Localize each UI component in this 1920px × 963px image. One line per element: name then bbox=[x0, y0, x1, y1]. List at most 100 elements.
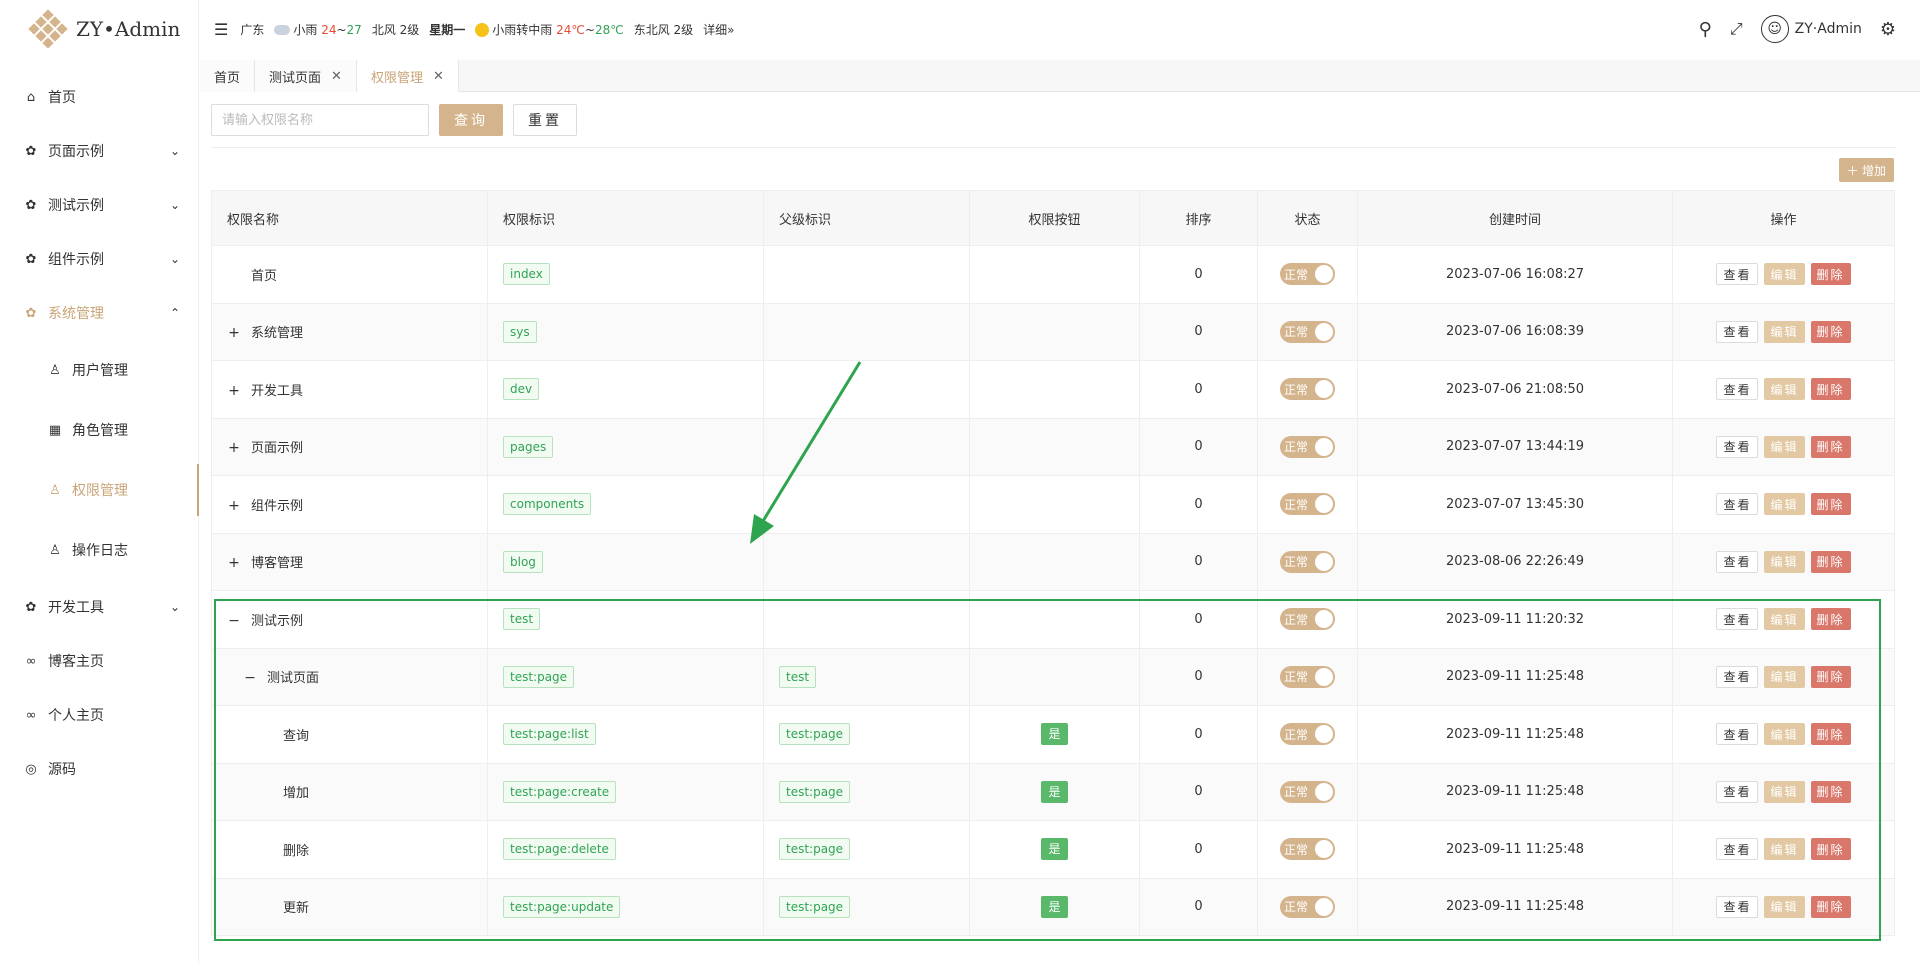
delete-button[interactable]: 删除 bbox=[1810, 895, 1851, 918]
status-toggle[interactable]: 正常 bbox=[1280, 550, 1335, 573]
status-toggle[interactable]: 正常 bbox=[1280, 665, 1335, 688]
expand-toggle-icon[interactable]: + bbox=[227, 555, 241, 571]
view-button[interactable]: 查看 bbox=[1716, 378, 1759, 401]
sidebar-item[interactable]: ▦ 角色管理 bbox=[0, 400, 198, 460]
view-button[interactable]: 查看 bbox=[1716, 838, 1759, 861]
sidebar-item[interactable]: ♙ 权限管理 bbox=[0, 460, 199, 520]
table-row[interactable]: 删除 test:page:delete test:page 是 0 正常 2023-09-1… bbox=[211, 820, 1895, 879]
sidebar-item[interactable]: ∞ 个人主页 bbox=[0, 688, 198, 742]
table-row[interactable]: + 系统管理 sys 0 正常 2023-07-06 16:08:39 查看 编辑 删除 bbox=[211, 302, 1895, 361]
settings-gear-icon[interactable]: ⚙ bbox=[1880, 19, 1896, 40]
status-toggle[interactable]: 正常 bbox=[1280, 608, 1335, 631]
tab[interactable]: 首页 bbox=[200, 60, 256, 92]
table-row[interactable]: 首页 index 0 正常 2023-07-06 16:08:27 查看 编辑 删除 bbox=[211, 245, 1895, 304]
table-row[interactable]: + 页面示例 pages 0 正常 2023-07-07 13:44:19 查看 编辑 删除 bbox=[211, 417, 1895, 476]
parent-code-cell bbox=[763, 475, 970, 534]
sidebar-item[interactable]: ✿ 系统管理 ⌃ bbox=[0, 286, 198, 340]
edit-button[interactable]: 编辑 bbox=[1764, 838, 1805, 861]
sidebar-item[interactable]: ✿ 测试示例 ⌄ bbox=[0, 178, 198, 232]
edit-button[interactable]: 编辑 bbox=[1764, 723, 1805, 746]
sidebar-item[interactable]: ✿ 组件示例 ⌄ bbox=[0, 232, 198, 286]
view-button[interactable]: 查看 bbox=[1716, 608, 1759, 631]
status-toggle[interactable]: 正常 bbox=[1280, 780, 1335, 803]
expand-toggle-icon[interactable]: − bbox=[227, 613, 241, 629]
sidebar-item[interactable]: ✿ 开发工具 ⌄ bbox=[0, 580, 198, 634]
delete-button[interactable]: 删除 bbox=[1810, 665, 1851, 688]
view-button[interactable]: 查看 bbox=[1716, 263, 1759, 286]
table-row[interactable]: 更新 test:page:update test:page 是 0 正常 2023-09-1… bbox=[211, 877, 1895, 936]
delete-button[interactable]: 删除 bbox=[1810, 493, 1851, 516]
delete-button[interactable]: 删除 bbox=[1810, 780, 1851, 803]
status-toggle[interactable]: 正常 bbox=[1280, 435, 1335, 458]
expand-toggle-icon[interactable]: + bbox=[227, 383, 241, 399]
status-toggle[interactable]: 正常 bbox=[1280, 895, 1335, 918]
sidebar-item[interactable]: ✿ 页面示例 ⌄ bbox=[0, 124, 198, 178]
status-toggle[interactable]: 正常 bbox=[1280, 263, 1335, 286]
weather-tomorrow-wind: 东北风 2级 bbox=[633, 22, 694, 37]
status-toggle[interactable]: 正常 bbox=[1280, 493, 1335, 516]
delete-button[interactable]: 删除 bbox=[1810, 723, 1851, 746]
table-row[interactable]: − 测试示例 test 0 正常 2023-09-11 11:20:32 查看 编辑 删除 bbox=[211, 590, 1895, 649]
edit-button[interactable]: 编辑 bbox=[1764, 895, 1805, 918]
delete-button[interactable]: 删除 bbox=[1810, 263, 1851, 286]
edit-button[interactable]: 编辑 bbox=[1764, 550, 1805, 573]
view-button[interactable]: 查看 bbox=[1716, 493, 1759, 516]
edit-button[interactable]: 编辑 bbox=[1764, 608, 1805, 631]
view-button[interactable]: 查看 bbox=[1716, 780, 1759, 803]
search-icon[interactable]: ⚲ bbox=[1699, 19, 1712, 40]
status-toggle[interactable]: 正常 bbox=[1280, 378, 1335, 401]
view-button[interactable]: 查看 bbox=[1716, 550, 1759, 573]
table-row[interactable]: − 测试页面 test:page test 0 正常 2023-09-11 11:25:48… bbox=[211, 647, 1895, 706]
sidebar-item[interactable]: ♙ 操作日志 bbox=[0, 520, 198, 580]
sidebar-item[interactable]: ⌂ 首页 bbox=[0, 70, 198, 124]
fullscreen-icon[interactable]: ⤢ bbox=[1730, 19, 1743, 39]
user-menu[interactable]: ☺ ZY·Admin bbox=[1760, 15, 1862, 43]
delete-button[interactable]: 删除 bbox=[1810, 838, 1851, 861]
view-button[interactable]: 查看 bbox=[1716, 320, 1759, 343]
logo[interactable]: ZY•Admin bbox=[0, 0, 198, 58]
table-row[interactable]: + 博客管理 blog 0 正常 2023-08-06 22:26:49 查看 编辑 删除 bbox=[211, 532, 1895, 591]
edit-button[interactable]: 编辑 bbox=[1764, 493, 1805, 516]
delete-button[interactable]: 删除 bbox=[1810, 608, 1851, 631]
table-row[interactable]: + 组件示例 components 0 正常 2023-07-07 13:45:30 查看编… bbox=[211, 475, 1895, 534]
delete-button[interactable]: 删除 bbox=[1810, 378, 1851, 401]
view-button[interactable]: 查看 bbox=[1716, 435, 1759, 458]
edit-button[interactable]: 编辑 bbox=[1764, 378, 1805, 401]
edit-button[interactable]: 编辑 bbox=[1764, 435, 1805, 458]
permission-name-input[interactable] bbox=[211, 104, 429, 136]
expand-toggle-icon[interactable]: + bbox=[227, 325, 241, 341]
sidebar-item[interactable]: ◎ 源码 bbox=[0, 742, 198, 796]
delete-button[interactable]: 删除 bbox=[1810, 435, 1851, 458]
view-button[interactable]: 查看 bbox=[1716, 665, 1759, 688]
delete-button[interactable]: 删除 bbox=[1810, 320, 1851, 343]
sidebar-item[interactable]: ♙ 用户管理 bbox=[0, 340, 198, 400]
tab[interactable]: 测试页面 ✕ bbox=[255, 60, 357, 92]
delete-button[interactable]: 删除 bbox=[1810, 550, 1851, 573]
edit-button[interactable]: 编辑 bbox=[1764, 320, 1805, 343]
table-row[interactable]: 增加 test:page:create test:page 是 0 正常 2023-09-1… bbox=[211, 762, 1895, 821]
expand-toggle-icon[interactable]: − bbox=[243, 670, 257, 686]
weather-detail-link[interactable]: 详细» bbox=[703, 21, 734, 38]
collapse-menu-icon[interactable]: ☰ bbox=[214, 20, 228, 39]
add-button[interactable]: ＋ 增加 bbox=[1838, 158, 1894, 182]
close-icon[interactable]: ✕ bbox=[331, 69, 342, 84]
query-button[interactable]: 查询 bbox=[439, 104, 503, 136]
close-icon[interactable]: ✕ bbox=[433, 69, 444, 84]
edit-button[interactable]: 编辑 bbox=[1764, 780, 1805, 803]
edit-button[interactable]: 编辑 bbox=[1764, 665, 1805, 688]
expand-toggle-icon[interactable]: + bbox=[227, 440, 241, 456]
table-row[interactable]: + 开发工具 dev 0 正常 2023-07-06 21:08:50 查看 编辑 删除 bbox=[211, 360, 1895, 419]
sidebar-item[interactable]: ∞ 博客主页 bbox=[0, 634, 198, 688]
status-toggle[interactable]: 正常 bbox=[1280, 723, 1335, 746]
reset-button[interactable]: 重置 bbox=[513, 104, 577, 136]
is-button-cell: 是 bbox=[969, 877, 1140, 936]
status-toggle[interactable]: 正常 bbox=[1280, 838, 1335, 861]
expand-toggle-icon[interactable]: + bbox=[227, 498, 241, 514]
view-button[interactable]: 查看 bbox=[1716, 723, 1759, 746]
view-button[interactable]: 查看 bbox=[1716, 895, 1759, 918]
table-row[interactable]: 查询 test:page:list test:page 是 0 正常 2023-09-11 … bbox=[211, 705, 1895, 764]
edit-button[interactable]: 编辑 bbox=[1764, 263, 1805, 286]
status-toggle[interactable]: 正常 bbox=[1280, 320, 1335, 343]
created-time-cell: 2023-07-07 13:44:19 bbox=[1357, 417, 1673, 476]
tab[interactable]: 权限管理 ✕ bbox=[356, 60, 459, 92]
